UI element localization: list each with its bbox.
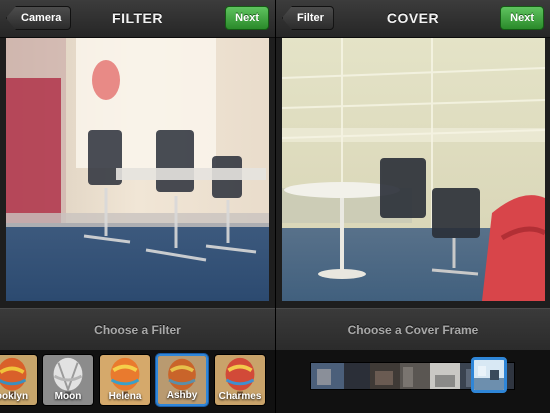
filter-item-moon[interactable]: Moon	[42, 354, 94, 406]
cover-next-button[interactable]: Next	[500, 6, 544, 30]
cover-frame-selector[interactable]	[471, 357, 507, 393]
filter-label: Ashby	[166, 390, 198, 401]
filter-label: Helena	[108, 391, 142, 402]
filter-caption: Choose a Filter	[94, 323, 181, 337]
cover-navbar: Filter COVER Next	[276, 0, 550, 38]
cover-preview-photo	[282, 38, 545, 301]
filter-item-helena[interactable]: Helena	[99, 354, 151, 406]
filter-item-charmes[interactable]: Charmes	[214, 354, 266, 406]
filter-label: Charmes	[218, 391, 262, 402]
filter-item-brooklyn[interactable]: ooklyn	[0, 354, 38, 406]
filter-navbar: Camera FILTER Next	[0, 0, 275, 38]
cover-screen: Filter COVER Next Choose a Cover Frame	[275, 0, 550, 413]
filter-next-button[interactable]: Next	[225, 6, 269, 30]
filter-screen: Camera FILTER Next Choose a Filter oklyn…	[0, 0, 275, 413]
cover-caption-bar: Choose a Cover Frame	[276, 308, 550, 350]
selected-frame-thumbnail	[474, 360, 504, 390]
filter-item-ashby[interactable]: Ashby	[156, 354, 208, 406]
filter-label: Moon	[54, 391, 82, 402]
cover-caption: Choose a Cover Frame	[347, 323, 479, 337]
filter-caption-bar: Choose a Filter	[0, 308, 275, 350]
filter-preview-photo	[6, 38, 269, 301]
filter-label: ooklyn	[0, 391, 29, 402]
